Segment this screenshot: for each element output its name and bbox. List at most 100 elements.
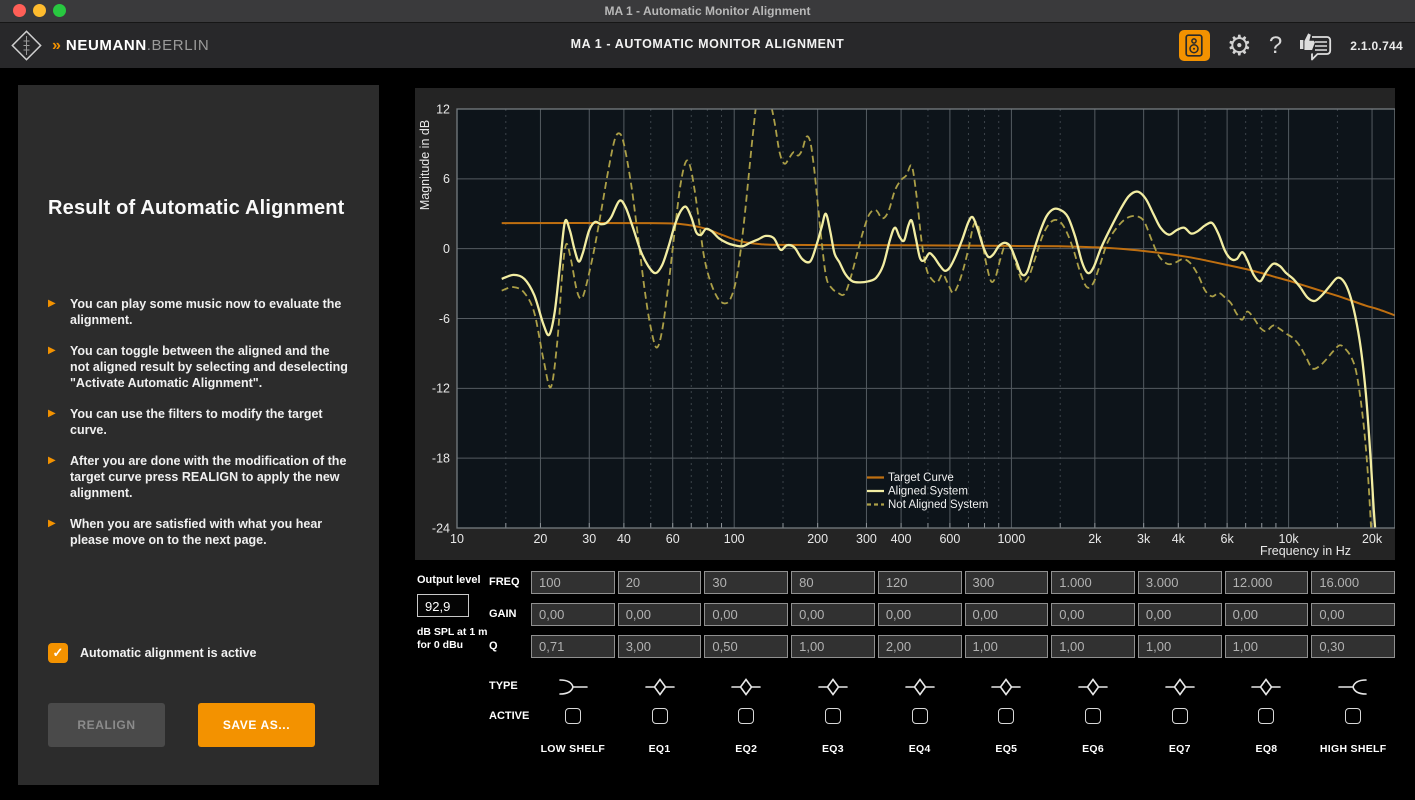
band-active-cell	[1311, 707, 1395, 725]
freq-cell[interactable]: 20	[618, 571, 702, 594]
band-active-checkbox[interactable]	[1172, 708, 1188, 724]
freq-cell[interactable]: 300	[965, 571, 1049, 594]
automatic-alignment-checkbox[interactable]: ✓	[48, 643, 68, 663]
q-cell[interactable]: 2,00	[878, 635, 962, 658]
q-cell[interactable]: 0,71	[531, 635, 615, 658]
band-active-checkbox[interactable]	[998, 708, 1014, 724]
gain-cell[interactable]: 0,00	[1138, 603, 1222, 626]
q-cell[interactable]: 1,00	[791, 635, 875, 658]
gain-cell[interactable]: 0,00	[531, 603, 615, 626]
freq-cell[interactable]: 80	[791, 571, 875, 594]
y-tick-label: 12	[436, 102, 450, 116]
filter-type-icon	[618, 672, 702, 702]
band-label: EQ6	[1051, 743, 1135, 756]
save-as-button[interactable]: SAVE AS...	[198, 703, 315, 747]
q-cell[interactable]: 0,30	[1311, 635, 1395, 658]
titlebar: MA 1 - Automatic Monitor Alignment	[0, 0, 1415, 23]
monitor-setup-button[interactable]	[1179, 30, 1210, 61]
y-tick-label: -12	[432, 382, 450, 396]
x-tick-label: 1000	[997, 532, 1025, 546]
output-level-input[interactable]: 92,9	[417, 594, 469, 617]
instruction-text: You can play some music now to evaluate …	[70, 296, 348, 328]
gain-cell[interactable]: 0,00	[1225, 603, 1309, 626]
help-button[interactable]: ?	[1269, 34, 1282, 58]
legend-label: Target Curve	[888, 472, 954, 484]
gain-cell[interactable]: 0,00	[878, 603, 962, 626]
freq-cell[interactable]: 100	[531, 571, 615, 594]
filter-type-icon	[1311, 672, 1395, 702]
q-cell[interactable]: 1,00	[1225, 635, 1309, 658]
bullet-arrow-icon: ▶	[48, 453, 70, 468]
gain-cell[interactable]: 0,00	[1311, 603, 1395, 626]
q-cell[interactable]: 1,00	[965, 635, 1049, 658]
band-active-cell	[1051, 707, 1135, 725]
band-label: EQ7	[1138, 743, 1222, 756]
y-tick-label: -24	[432, 521, 450, 535]
x-tick-label: 300	[856, 532, 877, 546]
q-cell[interactable]: 1,00	[1138, 635, 1222, 658]
close-button[interactable]	[13, 4, 26, 17]
eq-band-eq6: 1.000 0,00 1,00 EQ6	[1051, 571, 1135, 756]
band-active-checkbox[interactable]	[825, 708, 841, 724]
band-label: EQ5	[965, 743, 1049, 756]
q-cell[interactable]: 0,50	[704, 635, 788, 658]
x-tick-label: 6k	[1221, 532, 1235, 546]
band-label: EQ2	[704, 743, 788, 756]
gain-cell[interactable]: 0,00	[1051, 603, 1135, 626]
feedback-button[interactable]	[1299, 31, 1333, 61]
eq-band-low-shelf: 1000,000,71LOW SHELF	[531, 571, 615, 756]
x-axis-label: Frequency in Hz	[1260, 544, 1351, 558]
settings-button[interactable]: ⚙	[1227, 32, 1252, 60]
band-label: EQ8	[1225, 743, 1309, 756]
band-active-checkbox[interactable]	[652, 708, 668, 724]
realign-button[interactable]: REALIGN	[48, 703, 165, 747]
freq-cell[interactable]: 12.000	[1225, 571, 1309, 594]
gain-cell[interactable]: 0,00	[965, 603, 1049, 626]
band-active-checkbox[interactable]	[1085, 708, 1101, 724]
filter-type-icon	[704, 672, 788, 702]
x-tick-label: 20	[533, 532, 547, 546]
speaker-icon	[1185, 34, 1203, 57]
instruction-item: ▶After you are done with the modificatio…	[48, 453, 348, 501]
freq-cell[interactable]: 1.000	[1051, 571, 1135, 594]
band-label: EQ1	[618, 743, 702, 756]
x-tick-label: 60	[666, 532, 680, 546]
band-active-checkbox[interactable]	[912, 708, 928, 724]
zoom-button[interactable]	[53, 4, 66, 17]
band-active-checkbox[interactable]	[565, 708, 581, 724]
gain-cell[interactable]: 0,00	[618, 603, 702, 626]
filter-type-icon	[531, 672, 615, 702]
band-active-cell	[531, 707, 615, 725]
y-axis-label: Magnitude in dB	[418, 120, 432, 210]
gain-cell[interactable]: 0,00	[791, 603, 875, 626]
automatic-alignment-label: Automatic alignment is active	[80, 646, 256, 660]
freq-cell[interactable]: 120	[878, 571, 962, 594]
eq-band-high-shelf: 16.000 0,00 0,30 HIGH SHELF	[1311, 571, 1395, 756]
gain-cell[interactable]: 0,00	[704, 603, 788, 626]
band-label: HIGH SHELF	[1311, 743, 1395, 756]
y-tick-label: 6	[443, 172, 450, 186]
active-alignment-row: ✓ Automatic alignment is active	[48, 643, 256, 663]
band-active-cell	[704, 707, 788, 725]
x-tick-label: 600	[939, 532, 960, 546]
eq-row-label-q: Q	[489, 640, 498, 652]
band-active-checkbox[interactable]	[1345, 708, 1361, 724]
frequency-response-chart: 1260-6-12-18-241020304060100200300400600…	[415, 88, 1395, 560]
version-label: 2.1.0.744	[1350, 39, 1403, 53]
band-active-checkbox[interactable]	[1258, 708, 1274, 724]
freq-cell[interactable]: 3.000	[1138, 571, 1222, 594]
eq-band-eq7: 3.000 0,00 1,00 EQ7	[1138, 571, 1222, 756]
question-icon: ?	[1269, 34, 1282, 58]
band-active-cell	[878, 707, 962, 725]
instruction-text: You can toggle between the aligned and t…	[70, 343, 348, 391]
band-active-cell	[965, 707, 1049, 725]
q-cell[interactable]: 1,00	[1051, 635, 1135, 658]
instruction-item: ▶You can toggle between the aligned and …	[48, 343, 348, 391]
minimize-button[interactable]	[33, 4, 46, 17]
band-active-checkbox[interactable]	[738, 708, 754, 724]
freq-cell[interactable]: 16.000	[1311, 571, 1395, 594]
freq-cell[interactable]: 30	[704, 571, 788, 594]
gear-icon: ⚙	[1227, 32, 1252, 60]
q-cell[interactable]: 3,00	[618, 635, 702, 658]
filter-type-icon	[878, 672, 962, 702]
